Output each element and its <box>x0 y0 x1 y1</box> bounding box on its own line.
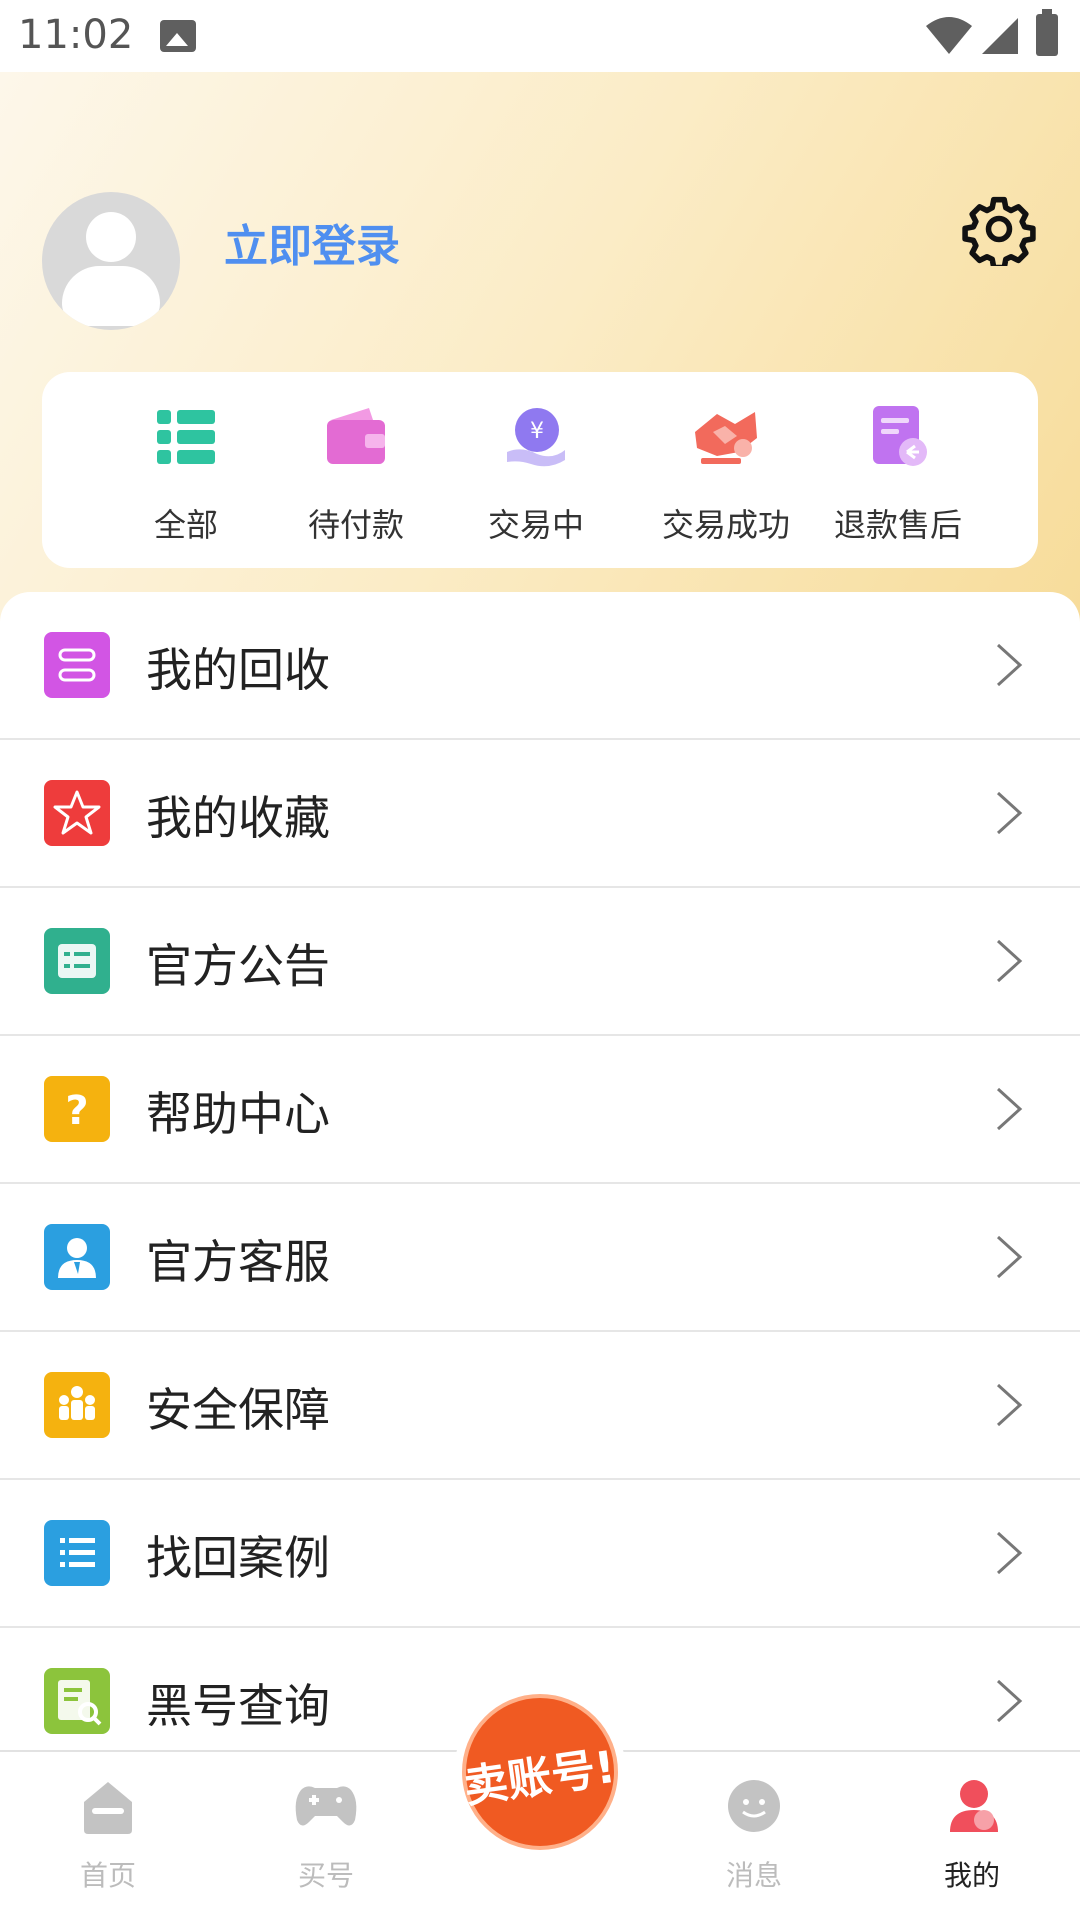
notice-icon <box>44 928 110 994</box>
user-icon <box>950 1780 998 1832</box>
nav-label: 我的 <box>943 1859 1000 1892</box>
handshake-icon <box>695 412 757 464</box>
status-bar: 11:02 <box>0 0 1080 72</box>
menu-item-recycle[interactable]: 我的回收 <box>0 592 1080 740</box>
nav-label: 首页 <box>79 1859 136 1892</box>
order-refund[interactable]: 退款售后 <box>808 402 988 552</box>
status-time: 11:02 <box>18 12 134 58</box>
chevron-right-icon <box>996 1679 1023 1723</box>
order-in-progress[interactable]: ¥ 交易中 <box>446 402 626 552</box>
menu-label: 黑号查询 <box>146 1679 330 1733</box>
svg-text:¥: ¥ <box>530 419 544 444</box>
nav-buy[interactable]: 买号 <box>256 1776 396 1894</box>
chevron-right-icon <box>996 1235 1023 1279</box>
order-label: 待付款 <box>307 506 404 544</box>
shield-people-icon <box>44 1372 110 1438</box>
chevron-right-icon <box>996 791 1023 835</box>
menu-label: 我的回收 <box>146 643 330 697</box>
menu-item-security[interactable]: 安全保障 <box>0 1332 1080 1480</box>
refund-doc-icon <box>873 406 927 466</box>
menu-label: 官方客服 <box>146 1235 330 1289</box>
chevron-right-icon <box>996 643 1023 687</box>
menu-item-customer-service[interactable]: 官方客服 <box>0 1184 1080 1332</box>
login-link[interactable]: 立即登录 <box>224 210 400 274</box>
chevron-right-icon <box>996 1087 1023 1131</box>
chat-smile-icon <box>728 1780 780 1832</box>
chevron-right-icon <box>996 1383 1023 1427</box>
menu-label: 帮助中心 <box>146 1087 330 1141</box>
list-grid-icon <box>157 410 215 464</box>
signal-icon <box>982 18 1018 54</box>
image-notification-icon <box>160 20 196 52</box>
menu-label: 我的收藏 <box>146 791 330 845</box>
star-icon <box>44 780 110 846</box>
list-icon <box>44 1520 110 1586</box>
menu-item-recovery-cases[interactable]: 找回案例 <box>0 1480 1080 1628</box>
gamepad-icon <box>295 1786 357 1826</box>
orders-card: 全部 待付款 ¥ 交易中 交易成功 退款售后 <box>42 372 1038 568</box>
home-icon <box>84 1782 132 1834</box>
wifi-icon <box>926 17 972 54</box>
recycle-icon <box>44 632 110 698</box>
menu-item-favorites[interactable]: 我的收藏 <box>0 740 1080 888</box>
nav-label: 买号 <box>297 1859 354 1892</box>
order-success[interactable]: 交易成功 <box>636 402 816 552</box>
question-icon: ? <box>44 1076 110 1142</box>
menu-label: 官方公告 <box>146 939 330 993</box>
nav-mine[interactable]: 我的 <box>902 1776 1042 1894</box>
sell-account-button[interactable]: 卖账号! <box>450 1680 630 1860</box>
order-label: 全部 <box>153 506 218 544</box>
wallet-icon <box>327 408 385 464</box>
menu-label: 找回案例 <box>146 1531 330 1585</box>
battery-icon <box>1036 9 1058 56</box>
nav-label: 消息 <box>725 1859 782 1892</box>
order-label: 退款售后 <box>833 506 962 544</box>
search-doc-icon <box>44 1668 110 1734</box>
svg-text:?: ? <box>65 1088 88 1134</box>
menu-label: 安全保障 <box>146 1383 330 1437</box>
order-pending-payment[interactable]: 待付款 <box>266 402 446 552</box>
order-label: 交易中 <box>487 506 584 544</box>
menu-list: 我的回收 我的收藏 官方公告 ? 帮助中心 官方客服 安全保障 找回案例 黑号查… <box>0 592 1080 1752</box>
chevron-right-icon <box>996 939 1023 983</box>
gear-icon[interactable] <box>962 192 1036 266</box>
nav-home[interactable]: 首页 <box>38 1776 178 1894</box>
nav-messages[interactable]: 消息 <box>684 1776 824 1894</box>
avatar[interactable] <box>42 192 180 330</box>
menu-item-help[interactable]: ? 帮助中心 <box>0 1036 1080 1184</box>
order-label: 交易成功 <box>661 506 790 544</box>
order-all[interactable]: 全部 <box>96 402 276 552</box>
service-icon <box>44 1224 110 1290</box>
menu-item-announcements[interactable]: 官方公告 <box>0 888 1080 1036</box>
chevron-right-icon <box>996 1531 1023 1575</box>
yuan-hand-icon: ¥ <box>507 408 565 467</box>
